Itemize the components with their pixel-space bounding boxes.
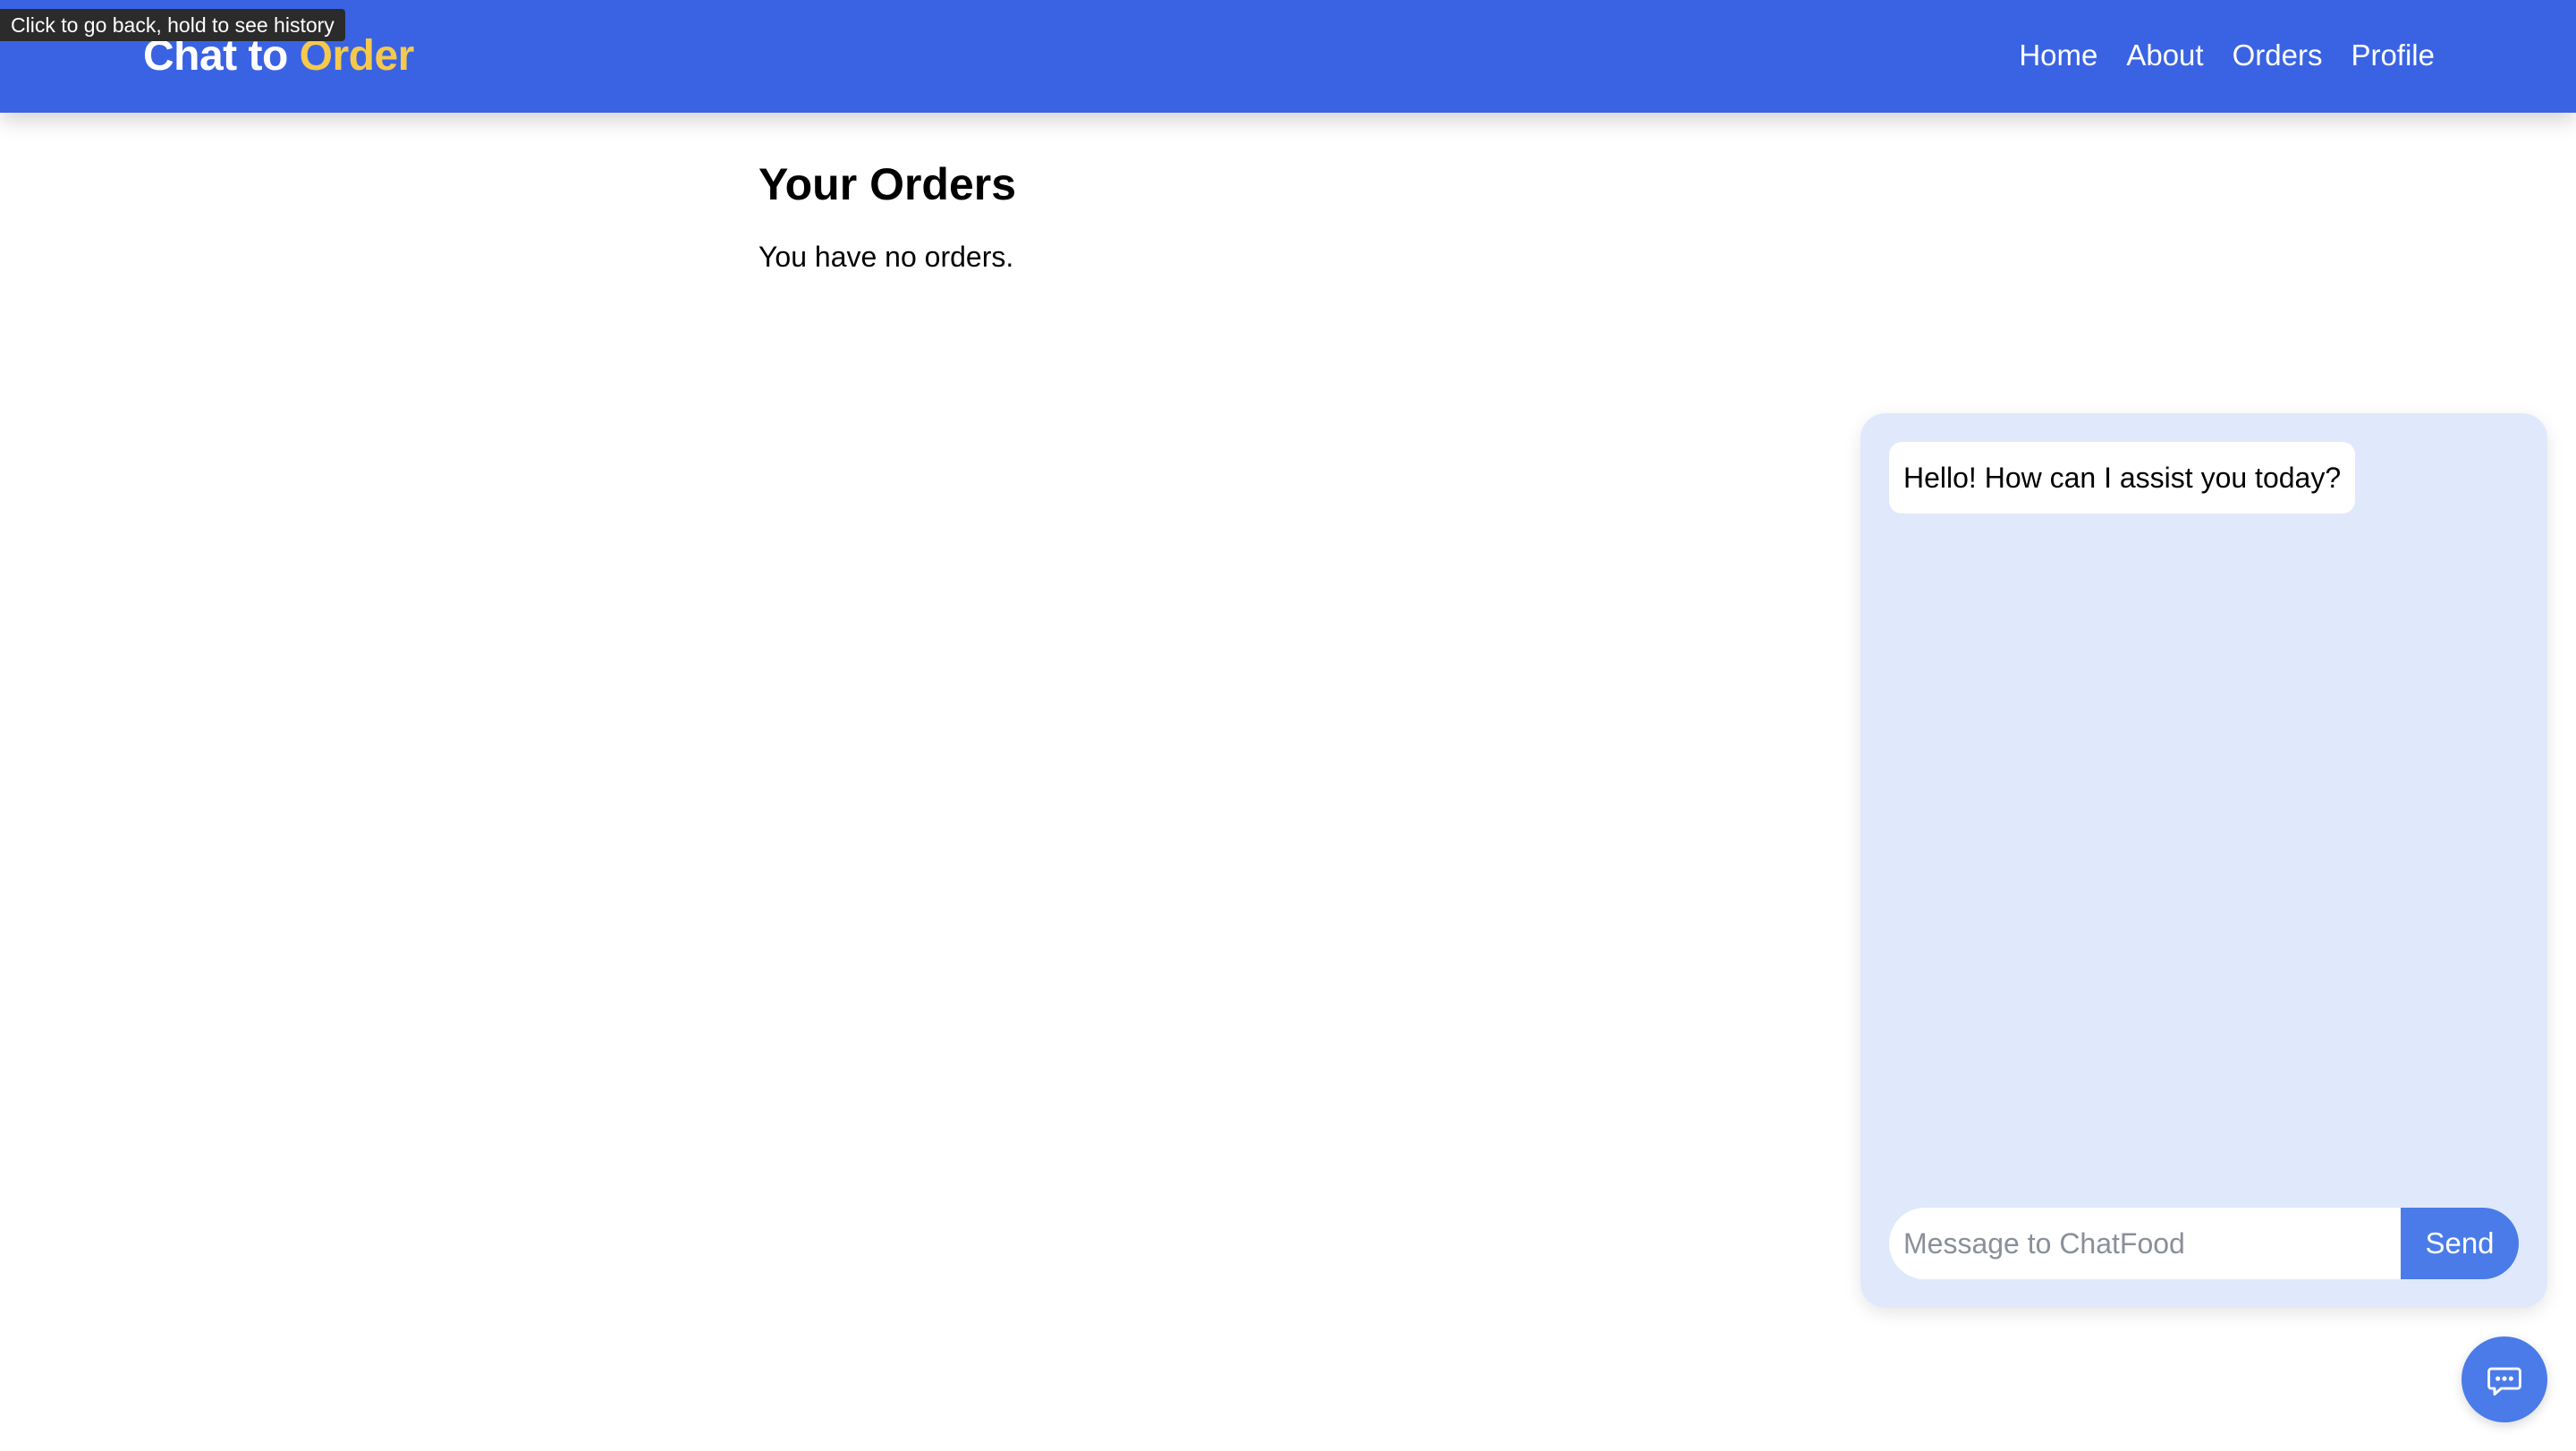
nav-about-link[interactable]: About (2126, 30, 2203, 81)
nav-orders-link[interactable]: Orders (2233, 30, 2323, 81)
chat-message-input[interactable] (1889, 1208, 2401, 1279)
send-button[interactable]: Send (2401, 1208, 2519, 1279)
nav-links: Home About Orders Profile (2019, 30, 2435, 81)
empty-orders-message: You have no orders. (758, 241, 1014, 273)
chat-bubble-icon (2487, 1367, 2521, 1396)
page-title: Your Orders (758, 159, 1017, 209)
bot-message-bubble: Hello! How can I assist you today? (1889, 442, 2356, 513)
orders-section: Your Orders You have no orders. (758, 152, 1016, 277)
back-history-tooltip: Click to go back, hold to see history (0, 9, 345, 41)
nav-profile-link[interactable]: Profile (2351, 30, 2435, 81)
top-navbar: Chat to Order Home About Orders Profile (0, 0, 2576, 113)
chat-panel: Hello! How can I assist you today? Send (1860, 413, 2547, 1308)
chat-toggle-button[interactable] (2462, 1336, 2547, 1422)
chat-input-row: Send (1889, 1208, 2519, 1279)
nav-home-link[interactable]: Home (2019, 30, 2097, 81)
